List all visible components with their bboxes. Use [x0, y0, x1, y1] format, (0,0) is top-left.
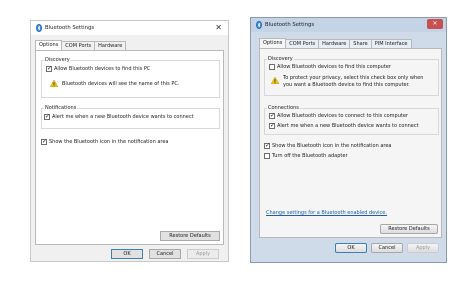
connections-label: Connections — [267, 105, 300, 111]
show-icon-row[interactable]: Show the Bluetooth icon in the notificat… — [264, 142, 392, 150]
notifications-group: Notifications Alert me when a new Blueto… — [41, 105, 220, 129]
bluetooth-icon — [36, 24, 42, 32]
alert-row[interactable]: Alert me when a new Bluetooth device wan… — [44, 113, 194, 121]
show-icon-checkbox[interactable] — [264, 142, 270, 150]
connections-group: Connections Allow Bluetooth devices to c… — [264, 105, 439, 135]
cancel-button[interactable]: Cancel — [371, 243, 403, 253]
tab-share[interactable]: Share — [349, 39, 372, 48]
change-settings-link[interactable]: Change settings for a Bluetooth enabled … — [266, 210, 387, 216]
allow-connect-label: Allow Bluetooth devices to connect to th… — [277, 113, 408, 119]
close-icon[interactable]: ✕ — [215, 23, 222, 32]
bluetooth-settings-dialog-win10: Bluetooth Settings ✕ Options COM Ports H… — [30, 20, 229, 262]
alert-row[interactable]: Alert me when a new Bluetooth device wan… — [269, 122, 419, 130]
title-bar: Bluetooth Settings ✕ — [31, 21, 228, 35]
allow-find-row[interactable]: Allow Bluetooth devices to find this com… — [269, 64, 391, 70]
allow-find-checkbox[interactable] — [269, 64, 275, 70]
tab-strip: Options COM Ports Hardware — [35, 40, 127, 50]
options-panel: Discovery Allow Bluetooth devices to fin… — [35, 50, 224, 245]
ok-button[interactable]: OK — [111, 249, 143, 259]
tab-com-ports[interactable]: COM Ports — [285, 39, 320, 48]
allow-connect-row[interactable]: Allow Bluetooth devices to connect to th… — [269, 112, 408, 120]
turn-off-label: Turn off the Bluetooth adapter — [272, 153, 348, 159]
warning-icon — [271, 77, 279, 84]
tab-hardware[interactable]: Hardware — [94, 41, 127, 50]
tab-hardware[interactable]: Hardware — [318, 39, 351, 48]
allow-find-label: Allow Bluetooth devices to find this com… — [277, 64, 391, 70]
discovery-label: Discovery — [44, 57, 71, 63]
allow-find-checkbox[interactable] — [46, 65, 52, 73]
show-icon-label: Show the Bluetooth icon in the notificat… — [49, 139, 169, 145]
title-bar: Bluetooth Settings ✕ — [251, 18, 446, 32]
notifications-label: Notifications — [44, 105, 78, 111]
alert-checkbox[interactable] — [269, 122, 275, 130]
show-icon-checkbox[interactable] — [41, 138, 47, 146]
window-title: Bluetooth Settings — [265, 22, 315, 28]
alert-label: Alert me when a new Bluetooth device wan… — [52, 114, 194, 120]
discovery-label: Discovery — [267, 56, 294, 62]
cancel-button[interactable]: Cancel — [149, 249, 181, 259]
close-icon[interactable]: ✕ — [427, 19, 443, 29]
allow-find-label: Allow Bluetooth devices to find this PC — [54, 66, 151, 72]
show-icon-row[interactable]: Show the Bluetooth icon in the notificat… — [41, 138, 169, 146]
options-panel: Discovery Allow Bluetooth devices to fin… — [259, 48, 442, 238]
show-icon-label: Show the Bluetooth icon in the notificat… — [272, 143, 392, 149]
apply-button[interactable]: Apply — [187, 249, 219, 259]
alert-label: Alert me when a new Bluetooth device wan… — [277, 123, 419, 129]
tab-strip: Options COM Ports Hardware Share PIM Int… — [259, 38, 412, 48]
privacy-warning-line2: you want a Bluetooth device to find this… — [283, 82, 410, 88]
apply-button[interactable]: Apply — [407, 243, 439, 253]
bluetooth-icon — [256, 21, 262, 29]
discovery-group: Discovery Allow Bluetooth devices to fin… — [41, 57, 220, 98]
restore-defaults-button[interactable]: Restore Defaults — [380, 224, 438, 234]
tab-options[interactable]: Options — [35, 40, 63, 50]
allow-connect-checkbox[interactable] — [269, 112, 275, 120]
window-title: Bluetooth Settings — [45, 25, 95, 31]
allow-find-row[interactable]: Allow Bluetooth devices to find this PC — [46, 65, 151, 73]
ok-button[interactable]: OK — [335, 243, 367, 253]
tab-options[interactable]: Options — [259, 38, 287, 48]
restore-defaults-button[interactable]: Restore Defaults — [160, 231, 220, 241]
discovery-warning-text: Bluetooth devices will see the name of t… — [62, 81, 180, 87]
bluetooth-settings-dialog-win7: Bluetooth Settings ✕ Options COM Ports H… — [250, 17, 447, 263]
privacy-warning-line1: To protect your privacy, select this che… — [283, 75, 424, 81]
discovery-group: Discovery Allow Bluetooth devices to fin… — [264, 56, 439, 96]
tab-pim-interface[interactable]: PIM Interface — [370, 39, 412, 48]
turn-off-checkbox[interactable] — [264, 153, 270, 159]
turn-off-row[interactable]: Turn off the Bluetooth adapter — [264, 153, 348, 159]
warning-icon — [50, 80, 58, 87]
alert-checkbox[interactable] — [44, 113, 50, 121]
tab-com-ports[interactable]: COM Ports — [61, 41, 96, 50]
